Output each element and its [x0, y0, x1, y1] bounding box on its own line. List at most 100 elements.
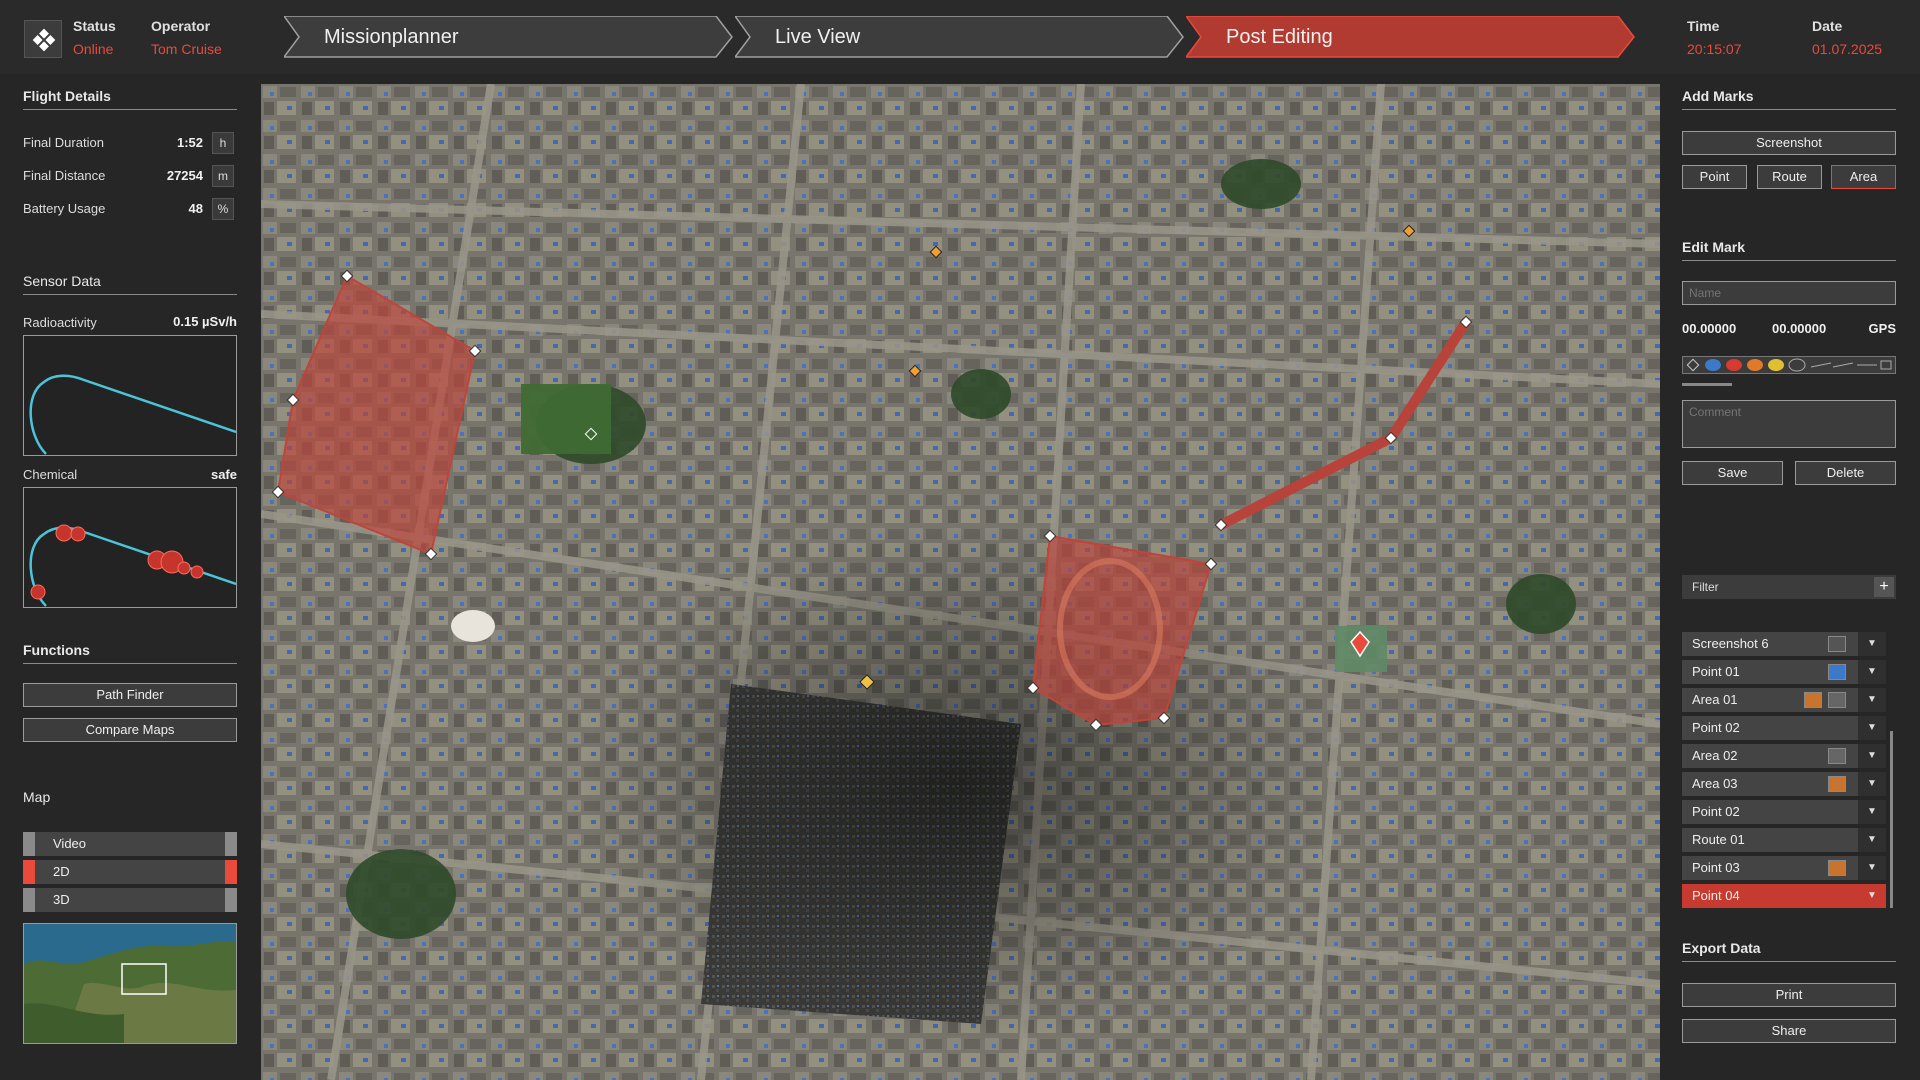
map-mode-edge — [225, 888, 237, 912]
chevron-down-icon[interactable]: ▼ — [1858, 744, 1886, 768]
final-distance-unit: m — [212, 165, 234, 187]
date-value: 01.07.2025 — [1812, 41, 1883, 57]
mark-comment-input[interactable] — [1682, 400, 1896, 448]
area-orange-icon — [1804, 692, 1822, 708]
style-swatches — [1686, 358, 1892, 372]
map-mode-label: 3D — [53, 892, 70, 907]
chevron-down-icon[interactable]: ▼ — [1858, 660, 1886, 684]
radioactivity-graph — [23, 335, 237, 456]
gps-label: GPS — [1868, 321, 1896, 336]
diamond-logo-icon — [32, 28, 56, 52]
chevron-down-icon[interactable]: ▼ — [1858, 828, 1886, 852]
battery-usage-value: 48 — [188, 201, 203, 216]
chemical-graph — [23, 487, 237, 608]
save-mark-button[interactable]: Save — [1682, 461, 1783, 485]
list-scrollbar[interactable] — [1890, 731, 1893, 908]
compare-maps-button[interactable]: Compare Maps — [23, 718, 237, 742]
chevron-down-icon[interactable]: ▼ — [1858, 800, 1886, 824]
list-item-label: Point 01 — [1692, 664, 1740, 679]
chevron-down-icon[interactable]: ▼ — [1858, 856, 1886, 880]
step-label: Post Editing — [1226, 26, 1333, 48]
map-mode-video[interactable]: Video — [23, 832, 237, 856]
battery-usage-label: Battery Usage — [23, 201, 106, 216]
minimap[interactable] — [23, 923, 237, 1044]
mark-name-input[interactable] — [1682, 281, 1896, 305]
chevron-down-icon[interactable]: ▼ — [1858, 772, 1886, 796]
map-mode-edge — [23, 832, 35, 856]
list-item[interactable]: Area 02 ▼ — [1682, 744, 1886, 768]
step-live-view[interactable]: Live View — [735, 16, 1185, 58]
share-button[interactable]: Share — [1682, 1019, 1896, 1043]
list-item[interactable]: Route 01 ▼ — [1682, 828, 1886, 852]
list-item[interactable]: Area 03 ▼ — [1682, 772, 1886, 796]
filter-label: Filter — [1692, 580, 1719, 594]
map-canvas — [261, 84, 1660, 1080]
filter-bar[interactable]: Filter + — [1682, 575, 1896, 599]
final-duration-unit: h — [212, 132, 234, 154]
final-distance-value: 27254 — [166, 168, 203, 183]
chevron-down-icon[interactable]: ▼ — [1858, 884, 1886, 908]
sensor-data-title: Sensor Data — [23, 273, 237, 295]
list-item[interactable]: Point 03 ▼ — [1682, 856, 1886, 880]
functions-title: Functions — [23, 642, 237, 664]
list-item-label: Point 04 — [1692, 888, 1740, 903]
status-value: Online — [73, 41, 114, 57]
add-point-button[interactable]: Point — [1682, 165, 1747, 189]
status-label: Status — [73, 18, 116, 34]
step-post-editing[interactable]: Post Editing — [1186, 16, 1636, 58]
list-item[interactable]: Point 04 ▼ — [1682, 884, 1886, 908]
area-grey-icon — [1828, 748, 1846, 764]
map-title: Map — [23, 789, 51, 805]
path-finder-button[interactable]: Path Finder — [23, 683, 237, 707]
list-item-label: Area 02 — [1692, 748, 1738, 763]
radioactivity-label: Radioactivity — [23, 315, 97, 330]
step-label: Missionplanner — [324, 26, 459, 48]
list-item[interactable]: Area 01 ▼ — [1682, 688, 1886, 712]
map-mode-3d[interactable]: 3D — [23, 888, 237, 912]
chemical-curve — [29, 524, 237, 607]
map-mode-2d[interactable]: 2D — [23, 860, 237, 884]
map-mode-edge — [23, 860, 35, 884]
chemical-label: Chemical — [23, 467, 78, 482]
chevron-down-icon[interactable]: ▼ — [1858, 632, 1886, 656]
chemical-value: safe — [210, 467, 237, 482]
main-map-view[interactable] — [261, 84, 1660, 1080]
add-marks-title: Add Marks — [1682, 88, 1896, 110]
final-distance-label: Final Distance — [23, 168, 106, 183]
list-item-label: Point 03 — [1692, 860, 1740, 875]
screenshot-icon — [1828, 636, 1846, 652]
map-mode-label: Video — [53, 836, 87, 851]
battery-usage-unit: % — [212, 198, 234, 220]
chevron-down-icon[interactable]: ▼ — [1858, 688, 1886, 712]
area-grey-icon — [1828, 692, 1846, 708]
minimap-terrain — [24, 924, 236, 1043]
filter-add-button[interactable]: + — [1874, 577, 1894, 597]
time-value: 20:15:07 — [1687, 41, 1742, 57]
gps-lon-value: 00.00000 — [1772, 321, 1827, 336]
screenshot-button[interactable]: Screenshot — [1682, 131, 1896, 155]
add-area-button[interactable]: Area — [1831, 165, 1896, 189]
list-item-label: Area 03 — [1692, 776, 1738, 791]
point-blue-icon — [1828, 664, 1846, 680]
list-item[interactable]: Screenshot 6 ▼ — [1682, 632, 1886, 656]
chevron-down-icon[interactable]: ▼ — [1858, 716, 1886, 740]
point-orange-icon — [1828, 860, 1846, 876]
icon-style-palette[interactable] — [1682, 356, 1896, 374]
radioactivity-value: 0.15 µSv/h — [173, 314, 237, 329]
flight-details-title: Flight Details — [23, 88, 237, 110]
list-item-label: Area 01 — [1692, 692, 1738, 707]
step-missionplanner[interactable]: Missionplanner — [284, 16, 734, 58]
area-orange-icon — [1828, 776, 1846, 792]
list-item[interactable]: Point 02 ▼ — [1682, 716, 1886, 740]
time-label: Time — [1687, 18, 1720, 34]
app-logo-button[interactable] — [24, 20, 62, 58]
list-item-label: Point 02 — [1692, 804, 1740, 819]
list-item[interactable]: Point 01 ▼ — [1682, 660, 1886, 684]
list-item[interactable]: Point 02 ▼ — [1682, 800, 1886, 824]
add-route-button[interactable]: Route — [1757, 165, 1822, 189]
operator-label: Operator — [151, 18, 211, 34]
date-label: Date — [1812, 18, 1843, 34]
print-button[interactable]: Print — [1682, 983, 1896, 1007]
delete-mark-button[interactable]: Delete — [1795, 461, 1896, 485]
map-mode-label: 2D — [53, 864, 70, 879]
